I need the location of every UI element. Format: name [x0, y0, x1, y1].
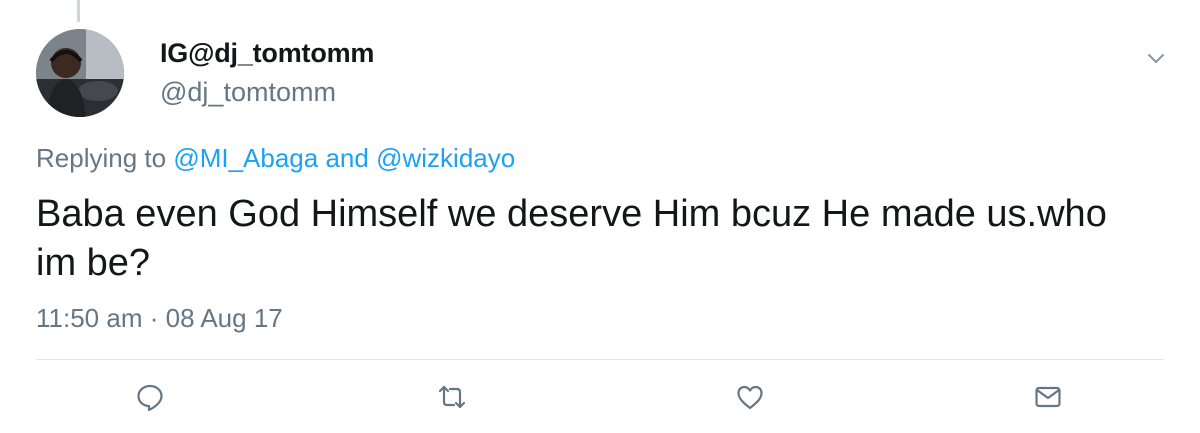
retweet-button[interactable] — [435, 380, 469, 414]
like-button[interactable] — [733, 380, 767, 414]
retweet-icon — [436, 382, 468, 412]
heart-icon — [735, 382, 765, 412]
tweet-date: 08 Aug 17 — [165, 303, 283, 333]
chevron-down-icon[interactable] — [1144, 46, 1168, 70]
reply-button[interactable] — [133, 380, 167, 414]
replying-to-line: Replying to @MI_Abaga and @wizkidayo — [36, 143, 515, 174]
tweet-time: 11:50 am — [36, 303, 143, 333]
direct-message-button[interactable] — [1031, 380, 1065, 414]
reply-mention-link[interactable]: @wizkidayo — [376, 143, 515, 173]
replying-prefix: Replying to — [36, 143, 167, 173]
timestamp-separator: · — [149, 303, 159, 333]
tweet-card: IG@dj_tomtomm @dj_tomtomm Replying to @M… — [0, 0, 1200, 433]
user-handle[interactable]: @dj_tomtomm — [160, 77, 336, 108]
tweet-timestamp[interactable]: 11:50 am · 08 Aug 17 — [36, 303, 283, 334]
thread-connector-line — [77, 0, 80, 22]
envelope-icon — [1033, 382, 1063, 412]
reply-icon — [135, 382, 165, 412]
reply-conjunction[interactable]: and — [325, 143, 368, 173]
reply-mention-link[interactable]: @MI_Abaga — [173, 143, 318, 173]
tweet-text: Baba even God Himself we deserve Him bcu… — [36, 193, 1107, 284]
avatar[interactable] — [36, 29, 124, 117]
divider — [36, 359, 1164, 360]
display-name[interactable]: IG@dj_tomtomm — [160, 38, 374, 69]
